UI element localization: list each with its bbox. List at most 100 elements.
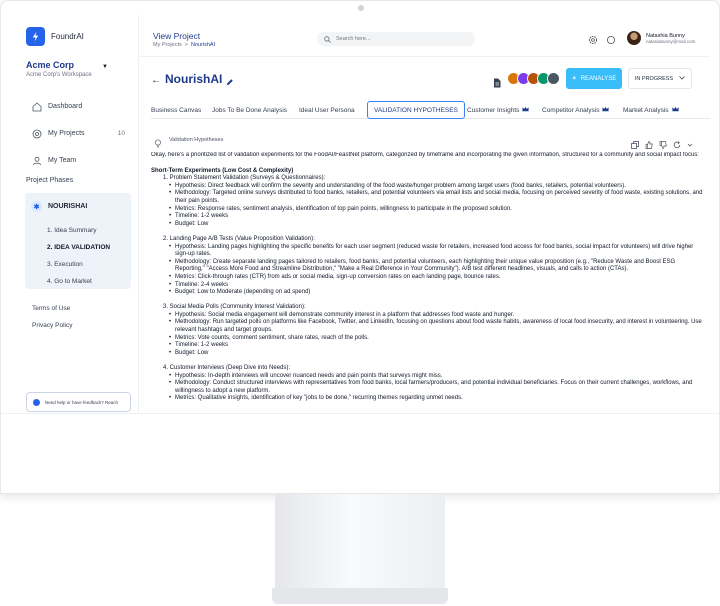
tab-competitor-analysis[interactable]: Competitor Analysis <box>542 101 610 119</box>
sidebar-item-label: Dashboard <box>48 103 83 110</box>
gear-icon[interactable] <box>587 34 598 45</box>
camera-dot <box>358 5 364 11</box>
edit-pencil-icon[interactable] <box>225 74 234 92</box>
brand-logo-icon <box>26 27 45 46</box>
crown-icon <box>602 106 610 114</box>
brand-name: FoundrAI <box>51 32 84 41</box>
monitor-base <box>272 588 448 604</box>
phase-item-go-to-market[interactable]: 4. Go to Market <box>47 273 110 290</box>
content-label: Validation Hypotheses <box>169 137 224 143</box>
list-item: Metrics: Qualitative insights, identific… <box>169 395 703 403</box>
phase-item-execution[interactable]: 3. Execution <box>47 256 110 273</box>
bulb-icon <box>154 135 162 153</box>
terms-link[interactable]: Terms of Use <box>32 300 72 317</box>
user-menu[interactable]: Natashia Bunny natasiabunny@mail.com <box>627 31 695 45</box>
document-icon[interactable] <box>493 75 501 93</box>
tab-customer-insights[interactable]: Customer Insights <box>467 101 529 119</box>
reanalyse-button[interactable]: ✶ REANALYSE <box>566 68 622 89</box>
top-header: View Project My Projects > NourishAI Sea… <box>139 15 710 57</box>
avatar <box>627 31 641 45</box>
doc-section-title: Short-Term Experiments (Low Cost & Compl… <box>151 167 294 174</box>
project-phases-panel: ✱ NOURISHAI 1. Idea Summary 2. IDEA VALI… <box>25 193 131 289</box>
sidebar-item-label: My Projects <box>48 130 85 137</box>
breadcrumb-my-projects[interactable]: My Projects <box>153 42 182 48</box>
avatar <box>547 72 560 85</box>
experiment-details: Hypothesis: In-depth interviews will unc… <box>169 373 703 403</box>
org-switcher[interactable]: Acme Corp Acme Corp's Workspace ▼ <box>26 60 126 78</box>
sidebar-item-my-projects[interactable]: My Projects 10 <box>31 120 131 147</box>
org-name: Acme Corp <box>26 60 75 70</box>
breadcrumb: My Projects > NourishAI <box>153 42 215 48</box>
monitor-stand <box>275 494 445 590</box>
page-title: View Project <box>153 31 201 41</box>
sidebar-item-label: My Team <box>48 157 77 164</box>
list-item: Hypothesis: Direct feedback will confirm… <box>169 183 703 191</box>
sidebar: FoundrAI Acme Corp Acme Corp's Workspace… <box>13 15 139 413</box>
bulb-icon: ✱ <box>31 201 42 212</box>
collaborator-avatars[interactable] <box>507 72 560 85</box>
project-title: NourishAI <box>165 72 223 86</box>
tab-business-canvas[interactable]: Business Canvas <box>151 101 201 119</box>
search-icon <box>324 30 331 48</box>
doc-intro: Okay, here's a prioritized list of valid… <box>151 152 699 158</box>
list-item: Methodology: Targeted online surveys dis… <box>169 190 703 205</box>
experiment-title: 4. Customer Interviews (Deep Dive into N… <box>163 365 291 372</box>
list-item: Hypothesis: Landing pages highlighting t… <box>169 244 703 259</box>
user-email: natasiabunny@mail.com <box>646 38 696 44</box>
sidebar-item-dashboard[interactable]: Dashboard <box>31 93 131 120</box>
team-icon <box>31 155 42 166</box>
tab-validation-hypotheses[interactable]: VALIDATION HYPOTHESES <box>367 101 465 119</box>
caret-down-icon: ▼ <box>102 64 108 70</box>
tab-jobs-to-be-done[interactable]: Jobs To Be Done Analysis <box>212 101 287 119</box>
experiment-title: 2. Landing Page A/B Tests (Value Proposi… <box>163 235 315 242</box>
experiment-title: 3. Social Media Polls (Community Interes… <box>163 304 306 311</box>
list-item: Metrics: Click-through rates (CTR) from … <box>169 274 703 282</box>
help-text: Need help or have feedback? Reach <box>45 399 119 405</box>
phase-project-name[interactable]: ✱ NOURISHAI <box>31 201 87 212</box>
list-item: Metrics: Vote counts, comment sentiment,… <box>169 335 703 343</box>
footer-links: Terms of Use Privacy Policy <box>32 300 72 334</box>
crown-icon <box>522 106 529 114</box>
experiment-details: Hypothesis: Social media engagement will… <box>169 312 703 358</box>
breadcrumb-current: NourishAI <box>190 42 216 48</box>
phase-item-idea-summary[interactable]: 1. Idea Summary <box>47 222 110 239</box>
crown-icon <box>671 106 679 114</box>
list-item: Budget: Low <box>169 221 703 229</box>
chevron-down-icon <box>679 75 685 82</box>
list-item: Timeline: 1-2 weeks <box>169 342 703 350</box>
search-input[interactable] <box>336 36 466 42</box>
status-dropdown[interactable]: IN PROGRESS <box>628 68 692 89</box>
tab-market-analysis[interactable]: Market Analysis <box>623 101 679 119</box>
list-item: Hypothesis: Social media engagement will… <box>169 312 703 320</box>
list-item: Methodology: Run targeted polls on platf… <box>169 319 703 334</box>
list-item: Budget: Low <box>169 350 703 358</box>
experiment-details: Hypothesis: Landing pages highlighting t… <box>169 244 703 297</box>
org-workspace: Acme Corp's Workspace <box>26 72 92 78</box>
home-icon <box>31 101 42 112</box>
privacy-link[interactable]: Privacy Policy <box>32 317 72 334</box>
list-item: Metrics: Response rates, sentiment analy… <box>169 206 703 214</box>
sidebar-item-count: 10 <box>117 130 125 137</box>
phase-item-idea-validation[interactable]: 2. IDEA VALIDATION <box>47 239 110 256</box>
brand[interactable]: FoundrAI <box>26 27 84 46</box>
sidebar-nav: Dashboard My Projects 10 My Team <box>31 93 131 174</box>
tab-ideal-user-persona[interactable]: Ideal User Persona <box>299 101 355 119</box>
help-icon <box>33 398 40 406</box>
experiment-title: 1. Problem Statement Validation (Surveys… <box>163 175 326 182</box>
projects-icon <box>31 128 42 139</box>
breadcrumb-separator: > <box>184 42 188 48</box>
analysis-tabs: Business Canvas Jobs To Be Done Analysis… <box>151 101 710 119</box>
hypotheses-document: Okay, here's a prioritized list of valid… <box>151 152 703 413</box>
list-item: Methodology: Conduct structured intervie… <box>169 380 703 395</box>
back-arrow-icon[interactable]: ← <box>151 75 161 86</box>
theme-toggle-icon[interactable] <box>605 34 616 45</box>
search-bar[interactable] <box>317 32 475 46</box>
help-feedback-card[interactable]: Need help or have feedback? Reach <box>26 392 131 412</box>
list-item: Methodology: Create separate landing pag… <box>169 259 703 274</box>
app-screen: FoundrAI Acme Corp Acme Corp's Workspace… <box>13 15 710 413</box>
list-item: Budget: Low to Moderate (depending on ad… <box>169 289 703 297</box>
sidebar-item-my-team[interactable]: My Team <box>31 147 131 174</box>
list-item: Timeline: 1-2 weeks <box>169 213 703 221</box>
list-item: Hypothesis: In-depth interviews will unc… <box>169 373 703 381</box>
experiment-details: Hypothesis: Direct feedback will confirm… <box>169 183 703 229</box>
